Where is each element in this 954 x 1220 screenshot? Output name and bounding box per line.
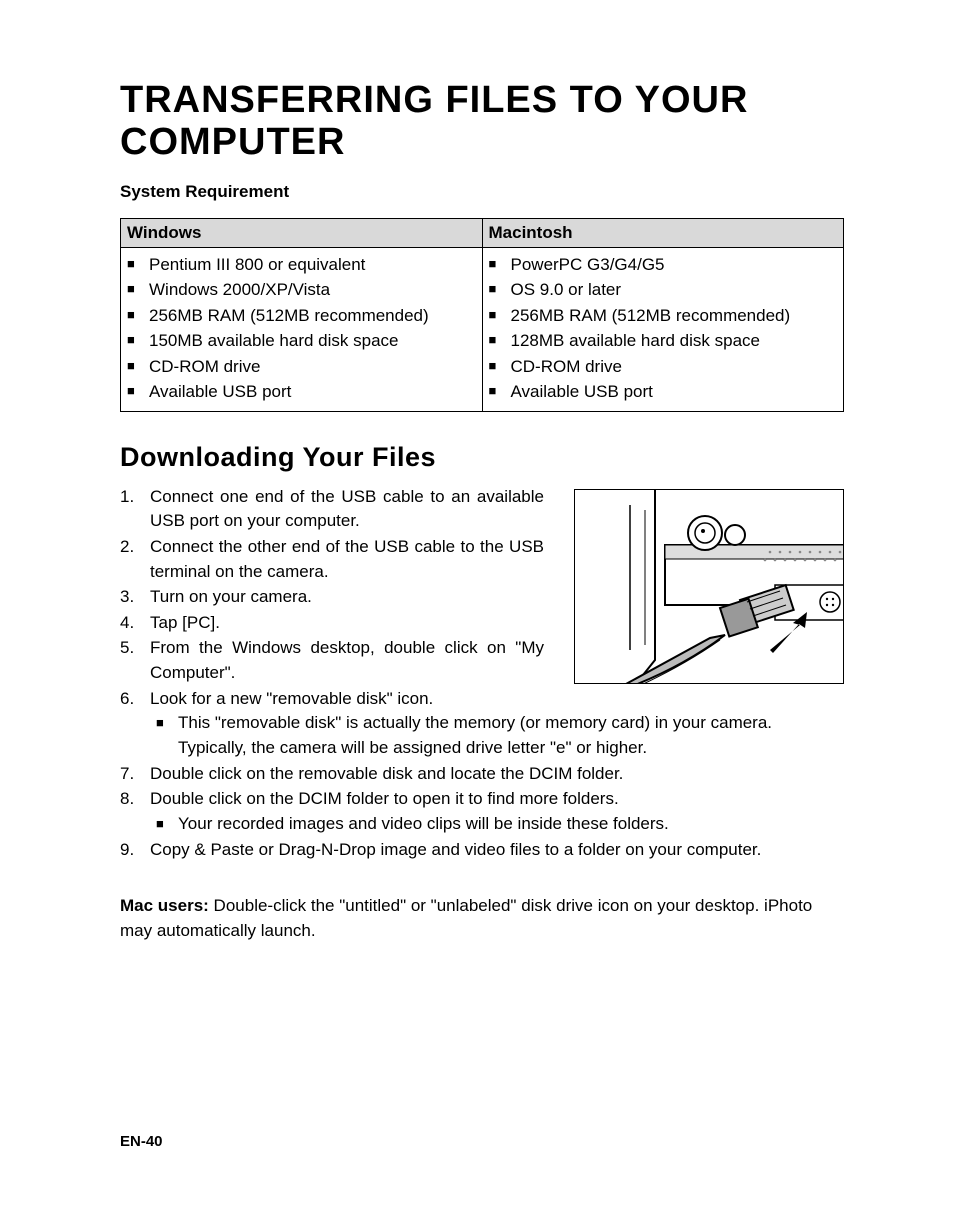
list-item: 150MB available hard disk space	[127, 328, 476, 354]
list-item: Available USB port	[127, 379, 476, 405]
step-text: Look for a new "removable disk" icon.	[150, 689, 433, 708]
step-item: Tap [PC].	[120, 611, 844, 636]
step-item: Connect one end of the USB cable to an a…	[120, 485, 844, 534]
table-header-windows: Windows	[121, 218, 483, 247]
table-cell-windows: Pentium III 800 or equivalent Windows 20…	[121, 247, 483, 411]
list-item: Available USB port	[489, 379, 838, 405]
step-item: Copy & Paste or Drag-N-Drop image and vi…	[120, 838, 844, 863]
page-title: TRANSFERRING FILES TO YOUR COMPUTER	[120, 80, 844, 164]
step-text: Double click on the DCIM folder to open …	[150, 789, 619, 808]
page-number: EN-40	[120, 1133, 163, 1150]
steps-list: Connect one end of the USB cable to an a…	[120, 485, 844, 863]
steps-container: Connect one end of the USB cable to an a…	[120, 485, 844, 863]
step-item: Double click on the removable disk and l…	[120, 762, 844, 787]
list-item: CD-ROM drive	[489, 354, 838, 380]
step-item: Connect the other end of the USB cable t…	[120, 535, 844, 584]
mac-note-text: Double-click the "untitled" or "unlabele…	[120, 896, 812, 940]
list-item: 256MB RAM (512MB recommended)	[127, 303, 476, 329]
sub-item: This "removable disk" is actually the me…	[150, 711, 844, 760]
system-requirement-label: System Requirement	[120, 182, 844, 202]
list-item: CD-ROM drive	[127, 354, 476, 380]
step-item: From the Windows desktop, double click o…	[120, 636, 844, 685]
list-item: 256MB RAM (512MB recommended)	[489, 303, 838, 329]
mac-users-note: Mac users: Double-click the "untitled" o…	[120, 894, 844, 943]
mac-note-prefix: Mac users:	[120, 896, 209, 915]
step-item: Double click on the DCIM folder to open …	[120, 787, 844, 836]
requirements-table: Windows Macintosh Pentium III 800 or equ…	[120, 218, 844, 412]
step-item: Look for a new "removable disk" icon. Th…	[120, 687, 844, 761]
list-item: Windows 2000/XP/Vista	[127, 277, 476, 303]
sub-item: Your recorded images and video clips wil…	[150, 812, 844, 837]
list-item: OS 9.0 or later	[489, 277, 838, 303]
list-item: PowerPC G3/G4/G5	[489, 252, 838, 278]
table-cell-macintosh: PowerPC G3/G4/G5 OS 9.0 or later 256MB R…	[482, 247, 844, 411]
list-item: Pentium III 800 or equivalent	[127, 252, 476, 278]
list-item: 128MB available hard disk space	[489, 328, 838, 354]
section-title: Downloading Your Files	[120, 442, 844, 473]
table-header-macintosh: Macintosh	[482, 218, 844, 247]
step-item: Turn on your camera.	[120, 585, 844, 610]
